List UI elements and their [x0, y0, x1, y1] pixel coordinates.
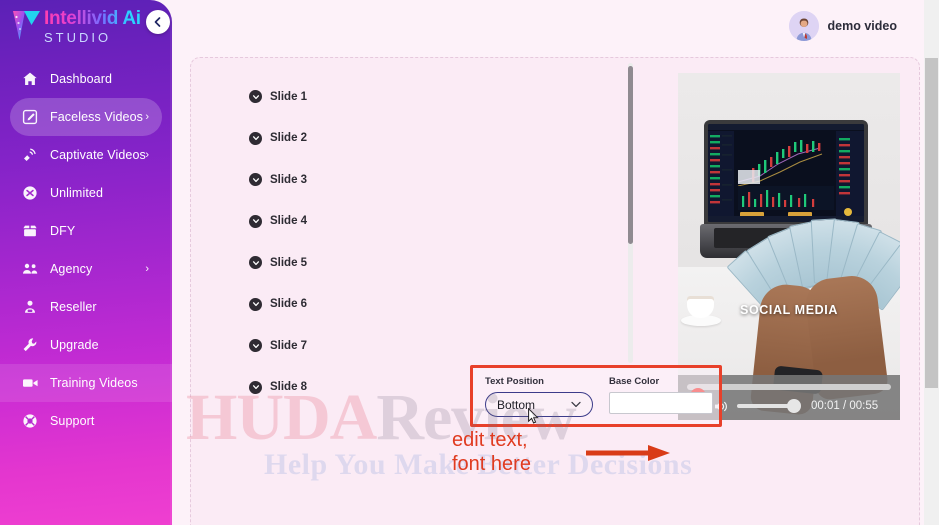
chevron-down-circle-icon [249, 339, 262, 353]
logo-subtitle: STUDIO [44, 30, 112, 45]
logo-title: Intellivid Ai [44, 8, 141, 29]
sidebar-item-label: Captivate Videos [50, 148, 146, 162]
slide-label: Slide 7 [270, 339, 308, 352]
sidebar-item-label: Faceless Videos [50, 110, 143, 124]
edit-icon [22, 109, 44, 125]
infinity-icon [22, 185, 44, 201]
user-menu[interactable]: demo video [788, 11, 897, 41]
slides-scrollbar-thumb[interactable] [628, 66, 633, 244]
chevron-down-icon [571, 399, 581, 411]
list-item[interactable]: Slide 7 [249, 325, 579, 367]
sidebar-collapse-button[interactable] [146, 10, 170, 34]
slide-label: Slide 2 [270, 132, 308, 145]
slide-label: Slide 4 [270, 215, 308, 228]
text-position-group: Text Position Bottom [485, 376, 593, 424]
wrench-icon [22, 337, 44, 353]
sidebar-nav: Dashboard Faceless Videos › Captivate Vi… [0, 60, 172, 440]
top-bar: demo video [172, 0, 939, 52]
text-options-bar: Text Position Bottom Base Color [470, 365, 722, 427]
chevron-down-circle-icon [249, 297, 262, 311]
sidebar-item-label: Support [50, 414, 95, 428]
sidebar-item-label: Reseller [50, 300, 97, 314]
list-item[interactable]: Slide 1 [249, 76, 579, 118]
slide-label: Slide 3 [270, 173, 308, 186]
home-icon [22, 71, 44, 87]
sidebar-item-label: DFY [50, 224, 76, 238]
volume-slider-handle[interactable] [787, 399, 801, 413]
mouse-cursor [528, 408, 539, 424]
sidebar-item-label: Upgrade [50, 338, 99, 352]
slides-scrollbar-track[interactable] [628, 63, 633, 363]
sidebar-item-support[interactable]: Support [10, 402, 162, 440]
volume-slider[interactable] [737, 399, 801, 413]
chevron-down-circle-icon [249, 131, 262, 145]
person-tag-icon [22, 299, 44, 315]
text-position-select[interactable]: Bottom [485, 392, 593, 424]
base-color-group: Base Color [609, 376, 713, 414]
sidebar-item-upgrade[interactable]: Upgrade [10, 326, 162, 364]
app-root: Intellivid Ai STUDIO Dashboard Faceless … [0, 0, 939, 525]
sidebar-item-captivate-videos[interactable]: Captivate Videos › [10, 136, 162, 174]
chevron-left-icon [154, 17, 161, 27]
sidebar-item-faceless-videos[interactable]: Faceless Videos › [10, 98, 162, 136]
logo-mark-icon [13, 11, 40, 40]
user-avatar-icon [788, 11, 819, 41]
list-item[interactable]: Slide 2 [249, 118, 579, 160]
app-logo[interactable]: Intellivid Ai STUDIO [12, 6, 152, 48]
slide-label: Slide 8 [270, 381, 308, 394]
sidebar-item-training-videos[interactable]: Training Videos [0, 364, 172, 402]
sidebar-item-reseller[interactable]: Reseller [10, 288, 162, 326]
base-color-input[interactable] [609, 392, 713, 414]
users-icon [22, 261, 44, 277]
megaphone-icon [22, 147, 44, 163]
video-caption-text: SOCIAL MEDIA [740, 303, 838, 317]
chevron-down-circle-icon [249, 90, 262, 104]
list-item[interactable]: Slide 5 [249, 242, 579, 284]
slide-label: Slide 6 [270, 298, 308, 311]
list-item[interactable]: Slide 6 [249, 284, 579, 326]
base-color-label: Base Color [609, 376, 660, 387]
sidebar-item-dfy[interactable]: DFY [10, 212, 162, 250]
sidebar-item-label: Training Videos [50, 376, 138, 390]
chevron-down-circle-icon [249, 173, 262, 187]
user-name-label: demo video [827, 19, 897, 33]
page-scrollbar-thumb[interactable] [925, 58, 938, 388]
sidebar-item-label: Dashboard [50, 72, 113, 86]
trading-chart-screen [708, 124, 864, 222]
content-panel: Slide 1 Slide 2 Slide 3 Slide 4 Slide 5 … [190, 57, 920, 525]
chevron-right-icon: › [145, 111, 149, 123]
chevron-down-circle-icon [249, 380, 262, 394]
slide-label: Slide 5 [270, 256, 308, 269]
chevron-down-circle-icon [249, 214, 262, 228]
avatar [788, 11, 819, 41]
sidebar-item-unlimited[interactable]: Unlimited [10, 174, 162, 212]
chevron-down-circle-icon [249, 256, 262, 270]
laptop-lid [704, 120, 868, 226]
slides-list: Slide 1 Slide 2 Slide 3 Slide 4 Slide 5 … [249, 76, 579, 408]
sidebar-item-agency[interactable]: Agency › [10, 250, 162, 288]
video-time-display: 00:01 / 00:55 [811, 400, 879, 412]
video-camera-icon [22, 376, 44, 390]
list-item[interactable]: Slide 3 [249, 159, 579, 201]
chevron-right-icon: › [145, 263, 149, 275]
arrow-right-icon [586, 445, 670, 461]
sidebar-item-label: Agency [50, 262, 93, 276]
sidebar: Intellivid Ai STUDIO Dashboard Faceless … [0, 0, 172, 525]
sidebar-item-label: Unlimited [50, 186, 103, 200]
page-scrollbar-track[interactable] [924, 0, 939, 525]
text-position-label: Text Position [485, 376, 544, 387]
list-item[interactable]: Slide 4 [249, 201, 579, 243]
sidebar-item-dashboard[interactable]: Dashboard [10, 60, 162, 98]
box-icon [22, 223, 44, 239]
lifebuoy-icon [22, 413, 44, 429]
slide-label: Slide 1 [270, 90, 308, 103]
chevron-right-icon: › [145, 149, 149, 161]
